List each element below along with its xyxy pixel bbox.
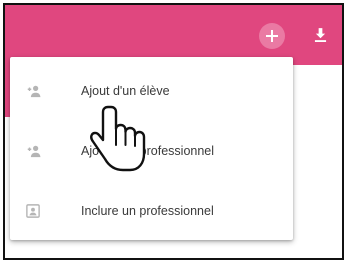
plus-icon (266, 30, 278, 42)
app-window: Ajout d'un élève Ajout d'un professionne… (3, 3, 344, 260)
add-menu: Ajout d'un élève Ajout d'un professionne… (10, 57, 293, 240)
app-bar (5, 5, 342, 65)
add-person-icon (24, 142, 42, 160)
menu-item-label: Ajout d'un élève (81, 84, 170, 98)
add-button[interactable] (259, 23, 285, 49)
menu-item-label: Inclure un professionnel (81, 204, 214, 218)
menu-item-label: Ajout d'un professionnel (81, 144, 215, 158)
download-icon (314, 27, 326, 42)
menu-item-add-professional[interactable]: Ajout d'un professionnel (10, 121, 293, 181)
menu-item-add-student[interactable]: Ajout d'un élève (10, 61, 293, 121)
contact-card-icon (24, 202, 42, 220)
download-button[interactable] (311, 25, 329, 45)
menu-item-include-professional[interactable]: Inclure un professionnel (10, 181, 293, 241)
add-person-icon (24, 82, 42, 100)
